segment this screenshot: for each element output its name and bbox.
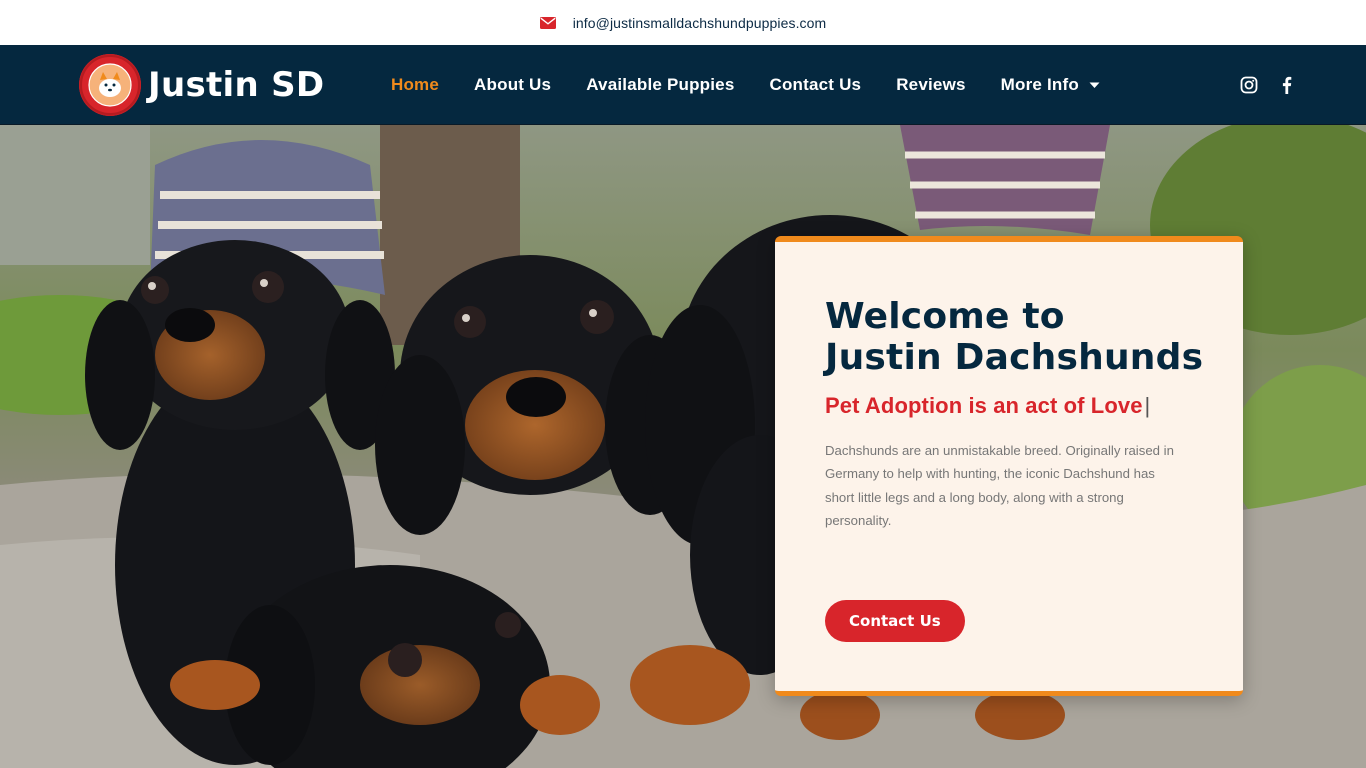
contact-email-link[interactable]: info@justinsmalldachshundpuppies.com (573, 15, 827, 31)
envelope-icon (539, 16, 556, 29)
nav-about-us[interactable]: About Us (474, 75, 551, 95)
logo-text: Justin SD (148, 65, 325, 105)
hero-tagline-text: Pet Adoption is an act of Love (825, 393, 1143, 418)
main-navbar: Justin SD Home About Us Available Puppie… (0, 45, 1366, 125)
facebook-icon[interactable] (1278, 76, 1296, 94)
typing-cursor: | (1144, 393, 1151, 418)
hero-title-line2: Justin Dachshunds (825, 337, 1204, 378)
welcome-card: Welcome to Justin Dachshunds Pet Adoptio… (775, 236, 1243, 696)
nav-contact-us[interactable]: Contact Us (769, 75, 861, 95)
top-contact-bar: info@justinsmalldachshundpuppies.com (0, 0, 1366, 45)
hero-title: Welcome to Justin Dachshunds (825, 296, 1225, 378)
chevron-down-icon (1089, 82, 1100, 89)
hero-tagline: Pet Adoption is an act of Love| (825, 393, 1150, 419)
instagram-icon[interactable] (1240, 76, 1258, 94)
contact-us-button[interactable]: Contact Us (825, 600, 965, 642)
site-logo[interactable]: Justin SD (79, 54, 324, 116)
nav-available-puppies[interactable]: Available Puppies (586, 75, 734, 95)
nav-more-info-label: More Info (1000, 75, 1079, 94)
nav-more-info[interactable]: More Info (1001, 75, 1100, 95)
hero-description: Dachshunds are an unmistakable breed. Or… (825, 443, 1174, 528)
logo-badge (79, 54, 141, 116)
hero-title-line1: Welcome to (825, 296, 1065, 337)
nav-home[interactable]: Home (391, 75, 439, 95)
social-links (1220, 45, 1296, 125)
main-menu: Home About Us Available Puppies Contact … (391, 45, 1135, 125)
nav-reviews[interactable]: Reviews (896, 75, 965, 95)
